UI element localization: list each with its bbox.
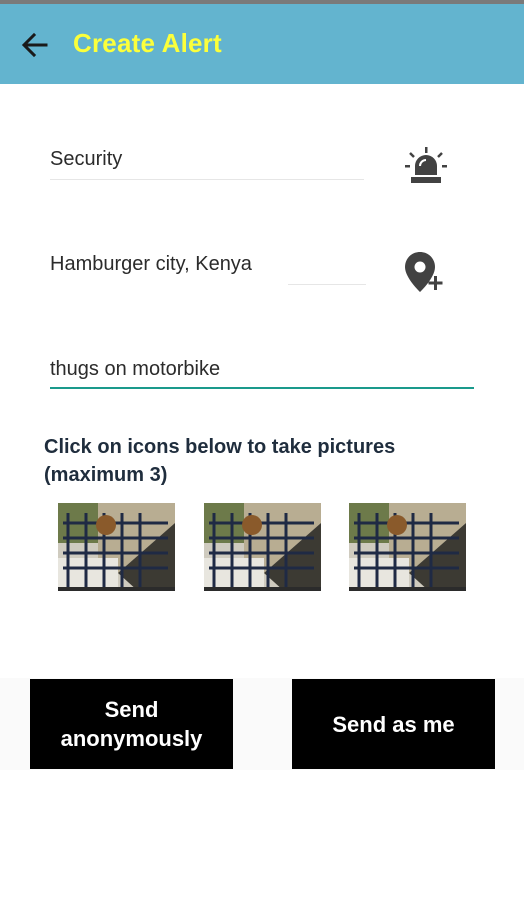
description-underline	[50, 387, 474, 389]
category-underline	[50, 179, 364, 180]
photo-thumbnail-2[interactable]	[204, 503, 321, 591]
category-icon-button[interactable]	[404, 144, 448, 188]
page-title: Create Alert	[73, 28, 222, 58]
send-as-me-button[interactable]: Send as me	[292, 679, 495, 769]
back-button[interactable]	[18, 28, 52, 62]
add-location-button[interactable]	[400, 250, 452, 296]
send-anonymously-button[interactable]: Send anonymously	[30, 679, 233, 769]
description-input[interactable]: thugs on motorbike	[50, 358, 474, 392]
description-value: thugs on motorbike	[50, 358, 221, 380]
send-as-me-label: Send as me	[332, 711, 455, 737]
photo-thumbnail-1[interactable]	[58, 503, 175, 591]
photo-image	[349, 503, 466, 591]
category-field[interactable]: Security	[50, 148, 364, 182]
location-value: Hamburger city, Kenya	[50, 253, 252, 275]
arrow-left-icon	[21, 32, 48, 58]
category-value: Security	[50, 148, 123, 170]
alarm-siren-icon	[405, 147, 447, 183]
app-bar: Create Alert	[0, 4, 524, 84]
add-location-icon	[405, 252, 443, 292]
location-underline	[288, 284, 366, 285]
photo-thumbnail-3[interactable]	[349, 503, 466, 591]
photo-image	[58, 503, 175, 591]
location-field[interactable]: Hamburger city, Kenya	[50, 253, 366, 287]
photo-image	[204, 503, 321, 591]
send-anonymously-label: Send anonymously	[60, 697, 203, 751]
photo-instruction: Click on icons below to take pictures (m…	[44, 436, 396, 486]
